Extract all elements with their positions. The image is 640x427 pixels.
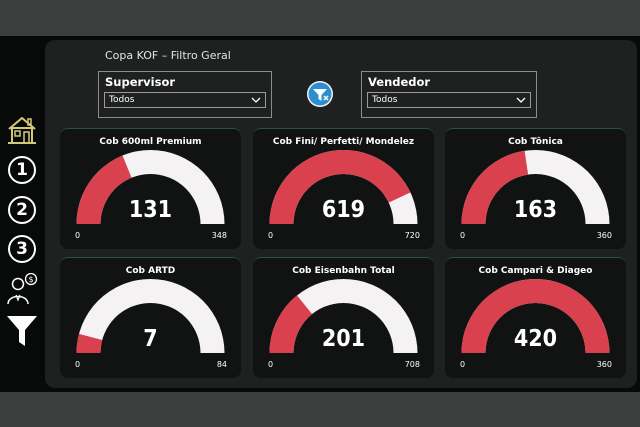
gauge-card-tonica: Cob Tônica 163 0 360	[445, 128, 626, 249]
page-1-label: 1	[8, 156, 36, 184]
gauge-min-label: 0	[75, 231, 81, 240]
gauge-card-600ml-premium: Cob 600ml Premium 131 0 348	[60, 128, 241, 249]
vendedor-dropdown[interactable]: Todos	[367, 92, 531, 108]
page-title: Copa KOF – Filtro Geral	[105, 49, 231, 62]
gauge-max-label: 720	[404, 231, 420, 240]
clear-filter-icon	[307, 81, 333, 107]
svg-text:$: $	[28, 275, 33, 284]
gauge-max-label: 708	[404, 360, 420, 369]
filter-funnel-icon	[7, 316, 37, 346]
gauge-value: 420	[513, 326, 558, 352]
vendedor-filter: Vendedor Todos	[361, 71, 537, 118]
clear-filters-button[interactable]	[306, 80, 334, 108]
gauge-max-label: 360	[596, 360, 612, 369]
gauge-card-eisenbahn-total: Cob Eisenbahn Total 201 0 708	[253, 257, 434, 378]
gauge-value: 201	[321, 326, 366, 352]
gauge-min-label: 0	[75, 360, 81, 369]
gauge-card-campari-diageo: Cob Campari & Diageo 420 0 360	[445, 257, 626, 378]
page-3-nav-button[interactable]: 3	[5, 234, 39, 264]
gauge-min-label: 0	[268, 360, 274, 369]
page-1-nav-button[interactable]: 1	[5, 155, 39, 185]
sidebar: 1 2 3 $	[0, 36, 44, 392]
gauge-card-fini-perfetti-mondelez: Cob Fini/ Perfetti/ Mondelez 619 0 720	[253, 128, 434, 249]
gauge-value: 7	[143, 326, 158, 352]
gauge-value: 619	[321, 197, 366, 223]
bottom-frame	[0, 392, 640, 427]
gauge-max-label: 360	[596, 231, 612, 240]
page-2-nav-button[interactable]: 2	[5, 195, 39, 225]
home-nav-button[interactable]	[5, 113, 39, 147]
supervisor-dropdown[interactable]: Todos	[104, 92, 266, 108]
top-frame	[0, 0, 640, 36]
chevron-down-icon	[516, 97, 526, 103]
page-3-label: 3	[8, 235, 36, 263]
supervisor-filter-label: Supervisor	[105, 75, 176, 89]
vendedor-filter-label: Vendedor	[368, 75, 431, 89]
gauge-max-label: 84	[216, 360, 227, 369]
vendedor-dropdown-value: Todos	[372, 95, 398, 105]
seller-nav-button[interactable]: $	[5, 272, 39, 306]
gauge-min-label: 0	[460, 231, 466, 240]
gauge-max-label: 348	[211, 231, 227, 240]
supervisor-filter: Supervisor Todos	[98, 71, 272, 118]
page-2-label: 2	[8, 196, 36, 224]
home-icon	[8, 116, 36, 144]
filter-nav-button[interactable]	[5, 312, 39, 348]
supervisor-dropdown-value: Todos	[109, 95, 135, 105]
gauge-min-label: 0	[460, 360, 466, 369]
seller-money-icon: $	[7, 273, 38, 305]
gauge-value: 163	[513, 197, 558, 223]
chevron-down-icon	[251, 97, 261, 103]
gauge-value: 131	[128, 197, 173, 223]
gauge-card-artd: Cob ARTD 7 0 84	[60, 257, 241, 378]
gauge-min-label: 0	[268, 231, 274, 240]
